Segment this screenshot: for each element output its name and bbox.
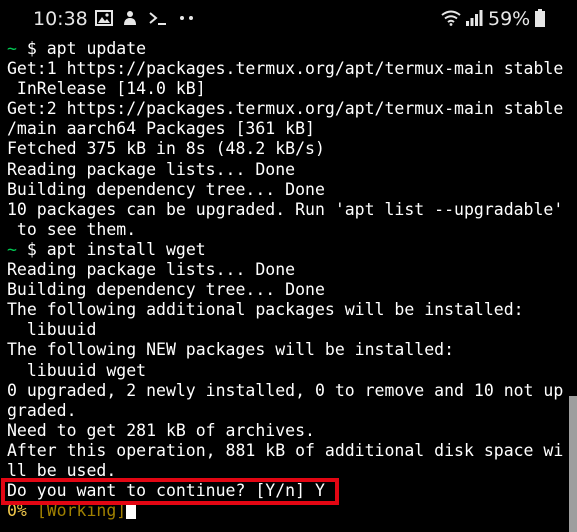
- output-line: The following additional packages will b…: [7, 300, 563, 320]
- command-line: ~ $ apt update: [7, 39, 563, 59]
- termux-screen: 10:38 59% ~ $ apt update Get:1 https://pa…: [0, 0, 577, 532]
- scrollbar[interactable]: [569, 396, 577, 532]
- signal-icon: [465, 10, 483, 26]
- line-text: Need to get 281 kB of archives.: [7, 420, 315, 440]
- terminal-icon: [148, 10, 166, 26]
- line-text: Fetched 375 kB in 8s (48.2 kB/s): [7, 139, 325, 159]
- line-text: Reading package lists... Done: [7, 260, 296, 280]
- line-text: 10 packages can be upgraded. Run 'apt li…: [7, 199, 564, 219]
- output-line: graded.: [7, 401, 563, 421]
- line-text: libuuid: [7, 320, 97, 340]
- output-line: /main aarch64 Packages [361 kB]: [7, 119, 563, 139]
- line-text: $ apt install wget: [16, 239, 206, 259]
- output-line: Reading package lists... Done: [7, 260, 563, 280]
- output-line: 0 upgraded, 2 newly installed, 0 to remo…: [7, 381, 563, 401]
- line-text: $ apt update: [16, 39, 147, 58]
- line-text: Reading package lists... Done: [7, 159, 296, 179]
- output-line: Fetched 375 kB in 8s (48.2 kB/s): [7, 139, 563, 159]
- command-line: ~ $ apt install wget: [7, 240, 563, 260]
- output-line: The following NEW packages will be insta…: [7, 340, 563, 360]
- output-line: 10 packages can be upgraded. Run 'apt li…: [7, 200, 563, 220]
- output-line: InRelease [14.0 kB]: [7, 79, 563, 99]
- line-text: /main aarch64 Packages [361 kB]: [7, 119, 315, 139]
- battery-icon: [534, 9, 546, 27]
- image-icon: [95, 10, 113, 26]
- line-text: After this operation, 881 kB of addition…: [7, 440, 564, 460]
- continue-prompt-highlight: [1, 478, 339, 505]
- line-text: The following NEW packages will be insta…: [7, 340, 455, 360]
- line-text: Get:1 https://packages.termux.org/apt/te…: [7, 59, 564, 79]
- output-line: After this operation, 881 kB of addition…: [7, 441, 563, 461]
- output-line: libuuid wget: [7, 361, 563, 381]
- output-line: to see them.: [7, 220, 563, 240]
- output-line: Reading package lists... Done: [7, 160, 563, 180]
- line-text: Building dependency tree... Done: [7, 280, 325, 300]
- output-line: Get:2 https://packages.termux.org/apt/te…: [7, 99, 563, 119]
- more-icon: [177, 10, 197, 26]
- line-text: Building dependency tree... Done: [7, 179, 325, 199]
- output-line: Building dependency tree... Done: [7, 180, 563, 200]
- line-text: The following additional packages will b…: [7, 300, 524, 320]
- podcast-icon: [121, 10, 139, 26]
- output-line: libuuid: [7, 320, 563, 340]
- wifi-icon: [441, 10, 461, 26]
- status-bar: 10:38 59%: [0, 0, 577, 38]
- output-line: Get:1 https://packages.termux.org/apt/te…: [7, 59, 563, 79]
- output-line: Need to get 281 kB of archives.: [7, 421, 563, 441]
- output-line: Building dependency tree... Done: [7, 280, 563, 300]
- line-text: 0 upgraded, 2 newly installed, 0 to remo…: [7, 380, 564, 400]
- line-text: InRelease [14.0 kB]: [7, 79, 206, 99]
- line-text: to see them.: [7, 219, 137, 239]
- terminal-output[interactable]: ~ $ apt update Get:1 https://packages.ter…: [7, 39, 563, 521]
- status-time: 10:38: [33, 8, 88, 30]
- prompt-symbol: ~: [7, 239, 17, 259]
- line-text: libuuid wget: [7, 360, 147, 380]
- prompt-symbol: ~: [7, 39, 17, 58]
- line-text: Get:2 https://packages.termux.org/apt/te…: [7, 99, 564, 119]
- battery-percent: 59%: [488, 8, 531, 30]
- line-text: graded.: [7, 400, 77, 420]
